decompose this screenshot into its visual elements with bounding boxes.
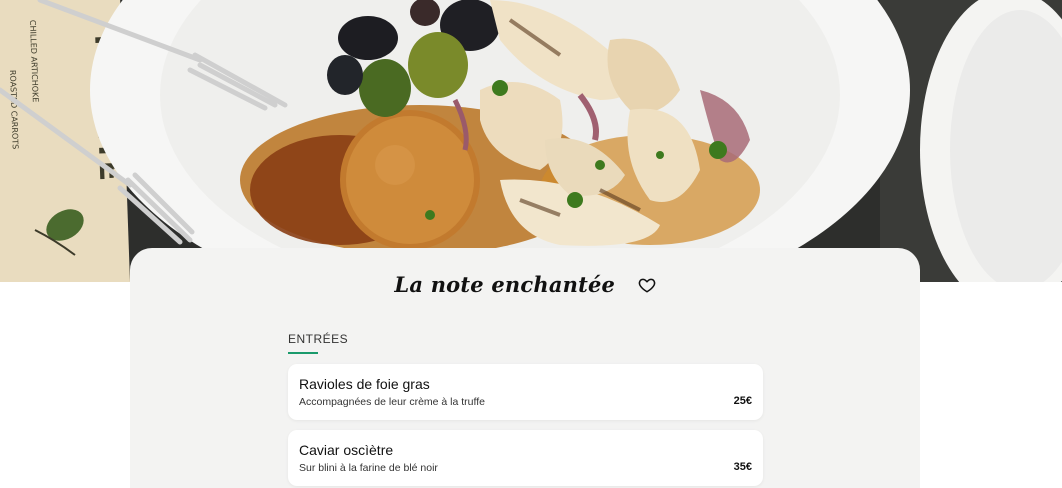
menu-item-name: Caviar oscìètre [299,442,394,458]
section-entrees: ENTRÉES [288,332,348,354]
menu-item-price: 35€ [733,461,752,473]
menu-item-name: Ravioles de foie gras [299,376,430,392]
menu-item-description: Accompagnées de leur crème à la truffe [299,396,485,408]
menu-item[interactable]: Ravioles de foie gras Accompagnées de le… [288,364,763,420]
menu-item-description: Sur blini à la farine de blé noir [299,462,438,474]
section-underline [288,352,318,354]
restaurant-card: La note enchantée ENTRÉES Ravioles de fo… [130,248,920,488]
heart-outline-icon[interactable] [638,276,656,294]
title-row: La note enchantée [130,272,920,302]
hero-food-photo: THE BITE CHILLED ARTICHOKE ROASTED CARRO… [0,0,1062,282]
section-label: ENTRÉES [288,332,349,346]
menu-item[interactable]: Caviar oscìètre Sur blini à la farine de… [288,430,763,486]
restaurant-name: La note enchantée [394,272,616,297]
hero-illustration: THE BITE CHILLED ARTICHOKE ROASTED CARRO… [0,0,1062,282]
menu-item-price: 25€ [733,395,752,407]
